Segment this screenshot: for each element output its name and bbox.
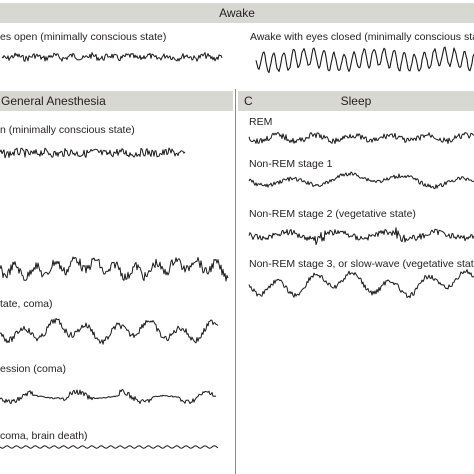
trace-layer — [0, 46, 474, 449]
ga-trace-2-wave — [0, 256, 229, 282]
awake-eyes-closed-trace — [255, 46, 474, 74]
ga-trace-1-wave — [0, 147, 186, 159]
ga-trace-3-wave — [0, 317, 219, 345]
sleep-nrem3-trace — [248, 269, 474, 299]
sleep-rem-trace — [248, 131, 474, 144]
ga-trace-5-wave — [0, 445, 219, 449]
awake-eyes-open-trace — [1, 52, 223, 62]
ga-trace-4-wave — [0, 389, 217, 405]
sleep-nrem2-trace — [248, 227, 474, 246]
eeg-traces — [0, 46, 474, 449]
eeg-figure: Awake es open (minimally conscious state… — [0, 0, 474, 474]
sleep-nrem1-trace — [248, 171, 474, 190]
